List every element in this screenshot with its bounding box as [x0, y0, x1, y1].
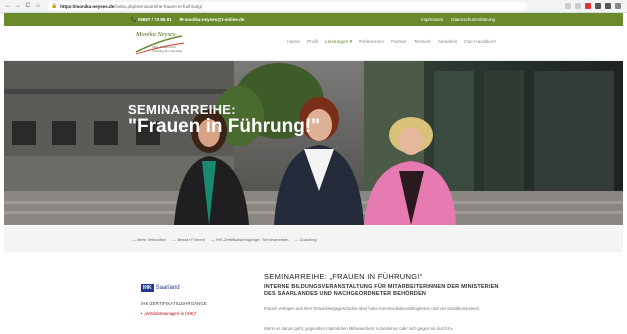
hero-banner	[4, 61, 623, 225]
logo-name: Monika Neyses	[136, 31, 176, 38]
impressum-link[interactable]: Impressum	[421, 17, 443, 22]
hero-photo	[4, 61, 623, 225]
contact-info: 📞 06897 / 73 86 61 ✉ monika-neyses@t-onl…	[131, 17, 244, 23]
menu-item-profil[interactable]: Profil	[307, 40, 318, 45]
menu-item-home[interactable]: Home	[287, 40, 300, 45]
page-subtitle: INTERNE BILDUNGSVERANSTALTUNG FÜR MITARB…	[264, 284, 499, 297]
menu-item-handbuch[interactable]: Das Handbuch	[464, 40, 496, 45]
paragraph: Frauen verfügen aus ihrer Entwicklungsge…	[264, 306, 481, 311]
address-bar[interactable]: 🔒 https://monika-neyses.de /index.php/se…	[47, 2, 527, 10]
paragraph: Wenn es darum geht, gegenüber männlichen…	[264, 326, 454, 331]
extension-icons	[565, 3, 621, 9]
datenschutz-link[interactable]: Datenschutzerklärung	[451, 17, 495, 22]
menu-item-termine[interactable]: Termine	[414, 40, 431, 45]
hero-title-line2: "Frauen in Führung!"	[128, 116, 321, 137]
star-icon[interactable]	[575, 3, 581, 9]
lock-icon: 🔒	[51, 3, 58, 9]
url-host: https://monika-neyses.de	[60, 3, 115, 9]
ihk-logo: IHK Saarland	[141, 282, 203, 294]
url-path: /index.php/seminarreihe-frauen-in-fuehru…	[114, 3, 203, 9]
site-header: Monika Neyses Dipl. Volkswirtin Training…	[4, 26, 623, 61]
subnav-besser-fuehren[interactable]: — Besser Führen!	[172, 237, 204, 242]
sidebar-heading: IHK-ZERTIFIKATSLEHRGÄNGE	[141, 301, 207, 306]
main-content: IHK Saarland IHK-ZERTIFIKATSLEHRGÄNGE • …	[4, 253, 623, 334]
subnav-ihk-zertifikatslehrgaenge[interactable]: — IHK-Zertifikatslehrgänge / Seminarreih…	[211, 237, 289, 242]
browser-nav: ← → C ⌂	[5, 2, 41, 10]
legal-links: Impressum Datenschutzerklärung	[421, 17, 495, 22]
phone-link[interactable]: 📞 06897 / 73 86 61	[131, 17, 172, 23]
back-arrow-icon[interactable]: ←	[5, 2, 11, 10]
ihk-logo-region: Saarland	[155, 285, 180, 291]
ihk-logo-box: IHK	[141, 284, 154, 292]
forward-arrow-icon[interactable]: →	[15, 2, 21, 10]
home-icon[interactable]: ⌂	[35, 2, 41, 10]
logo-subtitle: Dipl. Volkswirtin Training & Coaching	[152, 45, 183, 53]
extension-icon[interactable]	[585, 3, 591, 9]
site-logo[interactable]: Monika Neyses Dipl. Volkswirtin Training…	[134, 30, 186, 56]
sub-navigation: — Mehr Verkaufen! — Besser Führen! — IHK…	[4, 226, 623, 252]
main-menu: Home Profil Leistungen ▾ Referenzen Part…	[287, 40, 496, 45]
extension-icon[interactable]	[595, 3, 601, 9]
site-topbar: 📞 06897 / 73 86 61 ✉ monika-neyses@t-onl…	[4, 13, 623, 26]
menu-item-partner[interactable]: Partner	[391, 40, 407, 45]
reload-icon[interactable]: C	[25, 2, 31, 10]
browser-toolbar: ← → C ⌂ 🔒 https://monika-neyses.de /inde…	[0, 0, 627, 13]
subnav-mehr-verkaufen[interactable]: — Mehr Verkaufen!	[132, 237, 166, 242]
profile-icon[interactable]	[615, 3, 621, 9]
hero-title: SEMINARREIHE: "Frauen in Führung!"	[128, 102, 320, 137]
menu-item-referenzen[interactable]: Referenzen	[359, 40, 384, 45]
menu-item-leistungen[interactable]: Leistungen ▾	[325, 40, 352, 45]
sidebar-icon[interactable]	[605, 3, 611, 9]
page-title: SEMINARREIHE: „FRAUEN IN FÜHRUNG!“	[264, 272, 423, 281]
hero-title-line1: SEMINARREIHE:	[128, 102, 236, 117]
sidebar-link-vertriebsmanager[interactable]: • „Vertriebsmanager/-in (IHK)“	[141, 311, 196, 316]
email-link[interactable]: ✉ monika-neyses@t-online.de	[180, 17, 245, 23]
share-icon[interactable]	[565, 3, 571, 9]
subnav-coaching[interactable]: — Coaching	[295, 237, 317, 242]
menu-item-aktuelles[interactable]: Aktuelles	[438, 40, 457, 45]
